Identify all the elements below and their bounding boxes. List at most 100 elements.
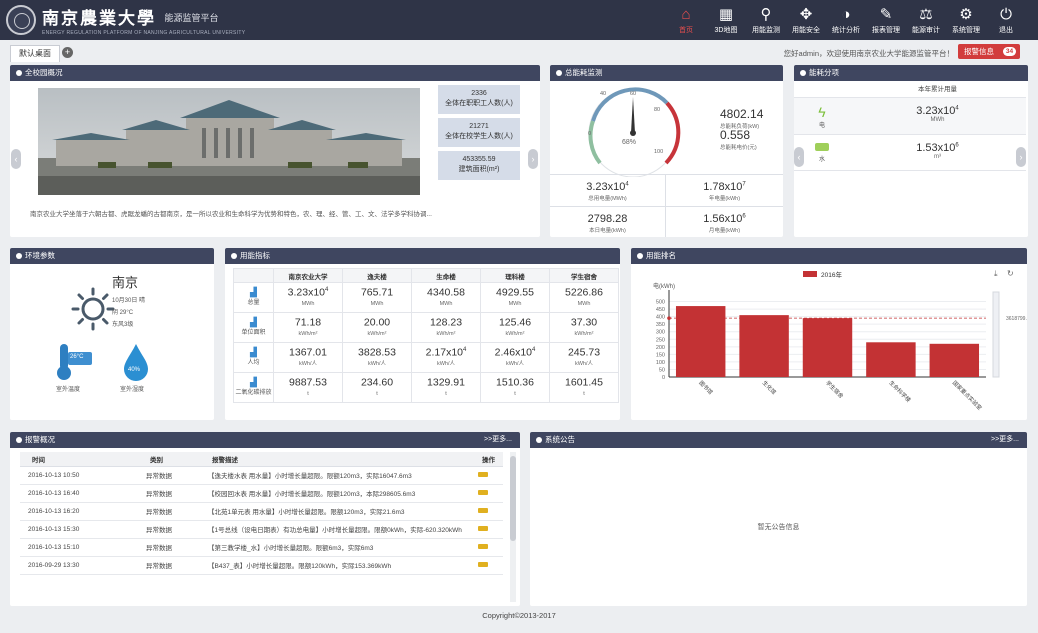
nav-item-1[interactable]: ▦ 3D地图 [706, 0, 746, 40]
panel-title: 报警概况 [25, 435, 55, 444]
scrollbar-thumb[interactable] [510, 456, 516, 541]
table-row: 2016-10-13 15:30 异常数据 【1号总线（设电日期表）有功总电量】小时… [20, 520, 503, 539]
environment-panel: 环境参数 南京 10月30日 晴 阴 29°C 东风3级 26°C 室外温度 4… [10, 248, 214, 420]
table-row: 2016-09-29 13:30 异常数据 【B437_表】小时增长量超限。限额12… [20, 556, 503, 575]
alarm-action[interactable] [470, 484, 503, 503]
add-tab-button[interactable]: + [62, 47, 73, 58]
table-row: ▟ 二氧化碳排放 9887.53 t 234.60 t 1329.91 t 1510.36 t 16… [233, 372, 619, 403]
carousel-prev-arrow[interactable]: ‹ [11, 149, 21, 169]
usage-indicators-panel: 用能指标 南京农业大学 逸夫楼 生命楼 理科楼 学生宿舍 ▟ 总量 3.23x104 MWh 76… [225, 248, 620, 420]
column-header: 生命楼 [411, 268, 481, 283]
column-header[interactable]: 类别 [138, 452, 200, 467]
nav-label: 用能监测 [752, 26, 780, 34]
nav-item-2[interactable]: ⚲ 用能监测 [746, 0, 786, 40]
handle-alarm-icon[interactable] [478, 471, 488, 477]
gauge-tick-100: 100 [654, 149, 664, 155]
weather-date: 10月30日 晴 [112, 298, 146, 304]
table-row: 2016-10-13 10:50 异常数据 【逸夫楼水表 用水量】小时增长量超限。限… [20, 466, 503, 485]
weather-wind: 东风3级 [112, 322, 134, 328]
energy-ranking-chart: 2016年 ⤓ ↻ 电(kWh) 0 50100 150200 250300 350400 450… [653, 269, 1027, 412]
weather-temperature: 阴 29°C [112, 310, 134, 316]
nav-item-5[interactable]: ✎ 报表管理 [866, 0, 906, 40]
handle-alarm-icon[interactable] [478, 507, 488, 513]
alarm-action[interactable] [470, 538, 503, 557]
building-icon: ▟ [250, 286, 257, 297]
bar[interactable] [802, 318, 853, 377]
alarm-action[interactable] [470, 556, 503, 575]
carousel-next-arrow[interactable]: › [1016, 147, 1026, 167]
column-header[interactable]: 操作 [470, 452, 503, 467]
nav-item-0[interactable]: ⌂ 首页 [666, 0, 706, 40]
mark-line-start [667, 316, 671, 320]
bar[interactable] [929, 343, 980, 377]
alarm-action[interactable] [470, 502, 503, 521]
electricity-price-label: 总能耗电价(元) [720, 145, 757, 151]
nav-label: 首页 [679, 26, 693, 34]
building-icon: ▟ [250, 376, 257, 387]
carousel-next-arrow[interactable]: › [528, 149, 538, 169]
refresh-icon[interactable]: ↻ [1007, 269, 1014, 278]
panel-title: 用能排名 [646, 251, 676, 260]
nav-item-7[interactable]: ⚙ 系统管理 [946, 0, 986, 40]
map-icon: ▦ [718, 5, 734, 23]
column-header[interactable]: 时间 [20, 452, 138, 467]
table-cell: 4929.55 MWh [480, 282, 550, 313]
table-row: ▟ 人均 1367.01 kWh/人 3828.53 kWh/人 2.17x104 kWh/人… [233, 342, 619, 373]
electricity-price-value: 0.558 [720, 128, 751, 142]
alarm-messages-label: 报警信息 [964, 47, 994, 56]
panel-header: 环境参数 [10, 248, 214, 264]
handle-alarm-icon[interactable] [478, 543, 488, 549]
nav-item-8[interactable]: ⏻ 退出 [986, 0, 1026, 40]
bar[interactable] [866, 342, 916, 377]
alarm-desc: 【逸夫楼水表 用水量】小时增长量超限。限额120m3，实际16047.6m3 [200, 466, 470, 485]
outdoor-humidity-label: 室外湿度 [120, 387, 145, 393]
top-navigation-bar: 南京農業大學 能源监管平台 ENERGY REGULATION PLATFORM… [0, 0, 1038, 40]
panel-header: 全校园概况 [10, 65, 540, 81]
alarm-table: 时间 类别 报警描述 操作 2016-10-13 10:50 异常数据 【逸夫楼水表 用水量… [20, 452, 503, 575]
panel-header: 用能排名 [631, 248, 1027, 264]
table-cell: 1601.45 t [549, 372, 619, 403]
download-icon[interactable]: ⤓ [994, 269, 998, 278]
puzzle-icon: ✥ [799, 5, 813, 23]
table-cell: 4340.58 MWh [411, 282, 481, 313]
university-logo[interactable]: 南京農業大學 能源监管平台 ENERGY REGULATION PLATFORM… [6, 3, 245, 37]
panel-header: 能耗分项 [794, 65, 1028, 81]
y-tick-label: 150 [656, 352, 665, 358]
carousel-prev-arrow[interactable]: ‹ [794, 147, 804, 167]
zoom-slider[interactable] [992, 291, 1000, 378]
table-cell: 128.23 kWh/m² [411, 312, 481, 343]
meter-cell: 1.56x106 月电量(kWh) [666, 206, 783, 237]
meter-cell: 2798.28 本日电量(kWh) [550, 206, 666, 237]
bar[interactable] [739, 315, 789, 377]
alarm-more-link[interactable]: >>更多... [484, 432, 512, 448]
legend-label[interactable]: 2016年 [821, 270, 842, 279]
scale-icon: ⚖ [919, 5, 933, 23]
panel-title: 系统公告 [545, 435, 575, 444]
panel-header: 用能指标 [225, 248, 620, 264]
table-row: 2016-10-13 15:10 异常数据 【第三教学楼_水】小时增长量超限。限额6… [20, 538, 503, 557]
nav-item-6[interactable]: ⚖ 能源审计 [906, 0, 946, 40]
alarm-scrollbar[interactable] [510, 452, 516, 602]
alarm-action[interactable] [470, 520, 503, 539]
row-label: ▟ 单位面积 [233, 312, 274, 343]
handle-alarm-icon[interactable] [478, 561, 488, 567]
bar[interactable] [675, 306, 726, 377]
alarm-action[interactable] [470, 466, 503, 485]
handle-alarm-icon[interactable] [478, 489, 488, 495]
y-axis-label: 电(kWh) [653, 282, 675, 290]
nav-item-4[interactable]: ◑ 统计分析 [826, 0, 866, 40]
table-cell: 765.71 MWh [342, 282, 412, 313]
sunny-weather-icon [71, 287, 115, 331]
alarm-desc: 【1号总线（设电日期表）有功总电量】小时增长量超限。限额0kWh，实际-620.… [200, 520, 470, 539]
column-header[interactable]: 报警描述 [200, 452, 470, 467]
nav-item-3[interactable]: ✥ 用能安全 [786, 0, 826, 40]
alarm-messages-button[interactable]: 报警信息 34 [958, 44, 1020, 59]
panel-title: 环境参数 [25, 251, 55, 260]
handle-alarm-icon[interactable] [478, 525, 488, 531]
search-icon: ⚲ [760, 5, 772, 23]
notice-more-link[interactable]: >>更多... [991, 432, 1019, 448]
campus-building-photo [38, 88, 420, 195]
tab-default-desktop[interactable]: 默认桌面 [10, 45, 60, 62]
outdoor-temperature-label: 室外温度 [56, 387, 81, 393]
legend-swatch[interactable] [803, 271, 817, 277]
